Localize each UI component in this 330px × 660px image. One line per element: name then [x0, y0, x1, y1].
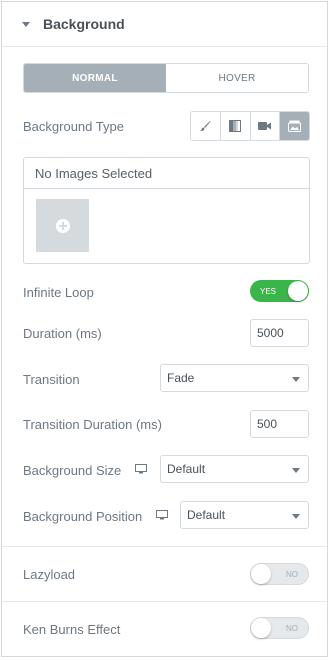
switch-state-text: NO [286, 623, 298, 633]
background-size-value: Default [167, 462, 206, 476]
gallery-empty-text: No Images Selected [24, 158, 309, 189]
lazyload-label: Lazyload [23, 567, 76, 582]
tab-hover[interactable]: Hover [166, 64, 308, 92]
video-icon [258, 122, 272, 130]
slideshow-icon [288, 120, 302, 132]
switch-state-text: NO [286, 569, 298, 579]
background-size-select[interactable]: Default [160, 455, 309, 483]
switch-knob [251, 618, 271, 638]
chevron-down-icon [292, 468, 300, 473]
state-tabs: Normal Hover [23, 63, 309, 93]
background-type-choices [190, 111, 310, 141]
switch-knob [251, 564, 271, 584]
slideshow-gallery: No Images Selected [23, 157, 310, 264]
caret-down-icon [22, 21, 30, 27]
section-title: Background [43, 16, 125, 32]
ken-burns-switch[interactable]: NO [250, 617, 309, 639]
switch-knob [288, 281, 308, 301]
background-type-label: Background Type [23, 119, 124, 134]
tab-normal[interactable]: Normal [24, 64, 166, 92]
infinite-loop-switch[interactable]: YES [250, 280, 309, 302]
transition-duration-label: Transition Duration (ms) [23, 417, 162, 432]
duration-input[interactable] [250, 319, 309, 347]
add-images-button[interactable] [36, 199, 89, 252]
background-type-classic[interactable] [191, 112, 221, 140]
background-position-select[interactable]: Default [180, 501, 309, 529]
background-settings-panel: Background Normal Hover Background Type [1, 1, 328, 657]
background-type-gradient[interactable] [220, 112, 251, 140]
infinite-loop-label: Infinite Loop [23, 285, 94, 300]
background-type-video[interactable] [250, 112, 281, 140]
divider [2, 546, 327, 547]
desktop-icon[interactable] [135, 464, 147, 474]
background-size-label: Background Size [23, 463, 122, 478]
background-type-slideshow[interactable] [280, 112, 309, 140]
chevron-down-icon [292, 377, 300, 382]
gradient-icon [229, 120, 242, 132]
section-header[interactable]: Background [2, 2, 327, 47]
chevron-down-icon [292, 514, 300, 519]
background-position-label: Background Position [23, 509, 143, 524]
brush-icon [200, 121, 211, 131]
transition-select[interactable]: Fade [160, 364, 309, 392]
switch-state-text: YES [260, 286, 277, 296]
ken-burns-label: Ken Burns Effect [23, 622, 121, 637]
transition-label: Transition [23, 372, 80, 387]
lazyload-switch[interactable]: NO [250, 563, 309, 585]
duration-label: Duration (ms) [23, 326, 102, 341]
desktop-icon[interactable] [156, 510, 168, 520]
transition-select-value: Fade [167, 371, 195, 385]
background-position-value: Default [187, 508, 226, 522]
plus-circle-icon [55, 218, 70, 233]
transition-duration-input[interactable] [250, 410, 309, 438]
divider [2, 601, 327, 602]
